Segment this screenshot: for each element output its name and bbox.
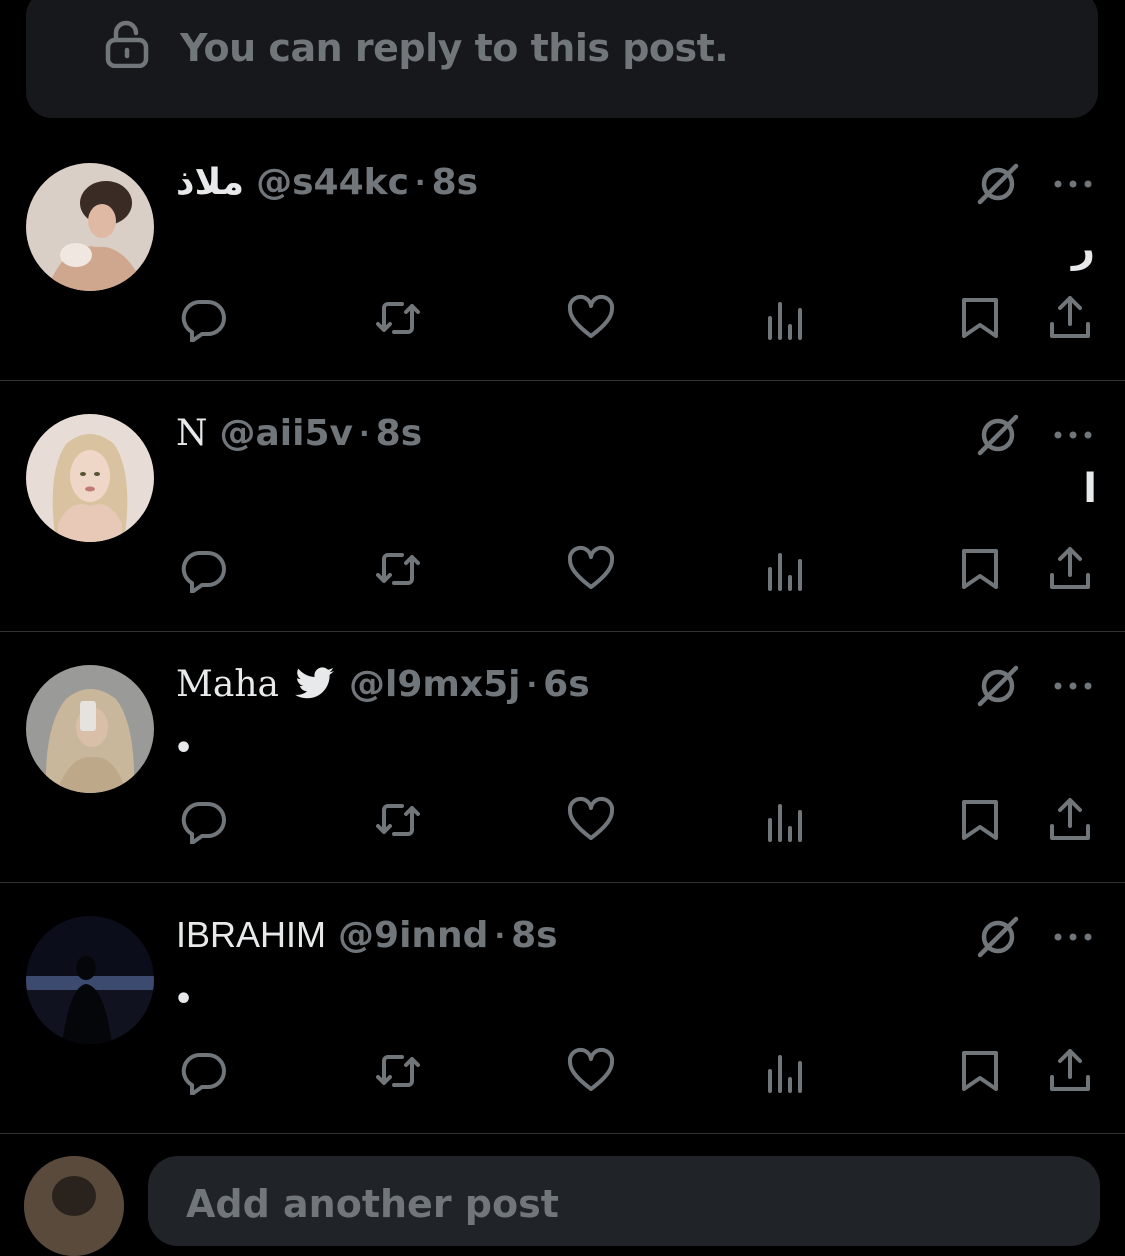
reply-icon[interactable] [180, 796, 228, 844]
separator-dot: · [494, 918, 506, 952]
post-text: • [174, 731, 194, 766]
separator-dot: · [526, 667, 538, 701]
post-header: Maha @l9mx5j · 6s [176, 661, 590, 707]
like-icon[interactable] [567, 294, 615, 342]
post-actions [0, 545, 1125, 625]
bookmark-icon[interactable] [956, 545, 1004, 593]
avatar[interactable] [26, 916, 154, 1044]
post-header: ملاذ @s44kc · 8s [176, 159, 478, 205]
views-icon[interactable] [762, 796, 810, 844]
reply-permission-text: You can reply to this post. [180, 26, 729, 70]
composer-placeholder: Add another post [186, 1182, 559, 1226]
post-item[interactable]: IBRAHIM @9innd · 8s • [0, 882, 1125, 1134]
user-handle[interactable]: @s44kc [256, 162, 409, 203]
reply-permission-banner: You can reply to this post. [26, 0, 1098, 118]
post-time[interactable]: 8s [432, 162, 478, 203]
grok-icon[interactable] [976, 413, 1020, 457]
reply-icon[interactable] [180, 545, 228, 593]
separator-dot: · [359, 416, 370, 450]
post-actions [0, 796, 1125, 876]
grok-icon[interactable] [976, 664, 1020, 708]
more-options-icon[interactable] [1052, 425, 1094, 445]
more-options-icon[interactable] [1052, 676, 1094, 696]
add-post-input[interactable]: Add another post [148, 1156, 1100, 1246]
views-icon[interactable] [762, 294, 810, 342]
like-icon[interactable] [567, 796, 615, 844]
more-options-icon[interactable] [1052, 927, 1094, 947]
reply-icon[interactable] [180, 1047, 228, 1095]
display-name[interactable]: N [176, 413, 208, 454]
post-text: ا [1083, 466, 1097, 512]
post-time[interactable]: 8s [511, 915, 557, 956]
bookmark-icon[interactable] [956, 796, 1004, 844]
avatar[interactable] [26, 665, 154, 793]
user-handle[interactable]: @l9mx5j [349, 664, 521, 705]
share-icon[interactable] [1046, 294, 1094, 342]
share-icon[interactable] [1046, 545, 1094, 593]
post-header: IBRAHIM @9innd · 8s [176, 912, 558, 958]
post-time[interactable]: 8s [376, 413, 422, 454]
share-icon[interactable] [1046, 1047, 1094, 1095]
grok-icon[interactable] [976, 162, 1020, 206]
bookmark-icon[interactable] [956, 1047, 1004, 1095]
display-name[interactable]: Maha [176, 664, 279, 705]
repost-icon[interactable] [374, 294, 422, 342]
repost-icon[interactable] [374, 545, 422, 593]
post-text: • [174, 982, 194, 1017]
repost-icon[interactable] [374, 1047, 422, 1095]
user-handle[interactable]: @aii5v [220, 413, 354, 454]
post-item[interactable]: ملاذ @s44kc · 8s ر [0, 129, 1125, 381]
user-handle[interactable]: @9innd [338, 915, 488, 956]
display-name[interactable]: ملاذ [176, 162, 244, 203]
grok-icon[interactable] [976, 915, 1020, 959]
bookmark-icon[interactable] [956, 294, 1004, 342]
views-icon[interactable] [762, 1047, 810, 1095]
post-item[interactable]: Maha @l9mx5j · 6s • [0, 631, 1125, 883]
separator-dot: · [414, 165, 426, 199]
post-text: ر [1071, 225, 1095, 271]
post-actions [0, 1047, 1125, 1127]
twitter-bird-icon [294, 667, 334, 699]
display-name[interactable]: IBRAHIM [176, 914, 326, 956]
like-icon[interactable] [567, 1047, 615, 1095]
lock-open-icon [105, 20, 149, 68]
like-icon[interactable] [567, 545, 615, 593]
post-time[interactable]: 6s [543, 664, 589, 705]
post-header: N @aii5v · 8s [176, 410, 422, 456]
share-icon[interactable] [1046, 796, 1094, 844]
post-actions [0, 294, 1125, 374]
reply-icon[interactable] [180, 294, 228, 342]
views-icon[interactable] [762, 545, 810, 593]
repost-icon[interactable] [374, 796, 422, 844]
more-options-icon[interactable] [1052, 174, 1094, 194]
post-item[interactable]: N @aii5v · 8s ا [0, 380, 1125, 632]
avatar[interactable] [26, 414, 154, 542]
composer-avatar [24, 1156, 124, 1256]
avatar[interactable] [26, 163, 154, 291]
